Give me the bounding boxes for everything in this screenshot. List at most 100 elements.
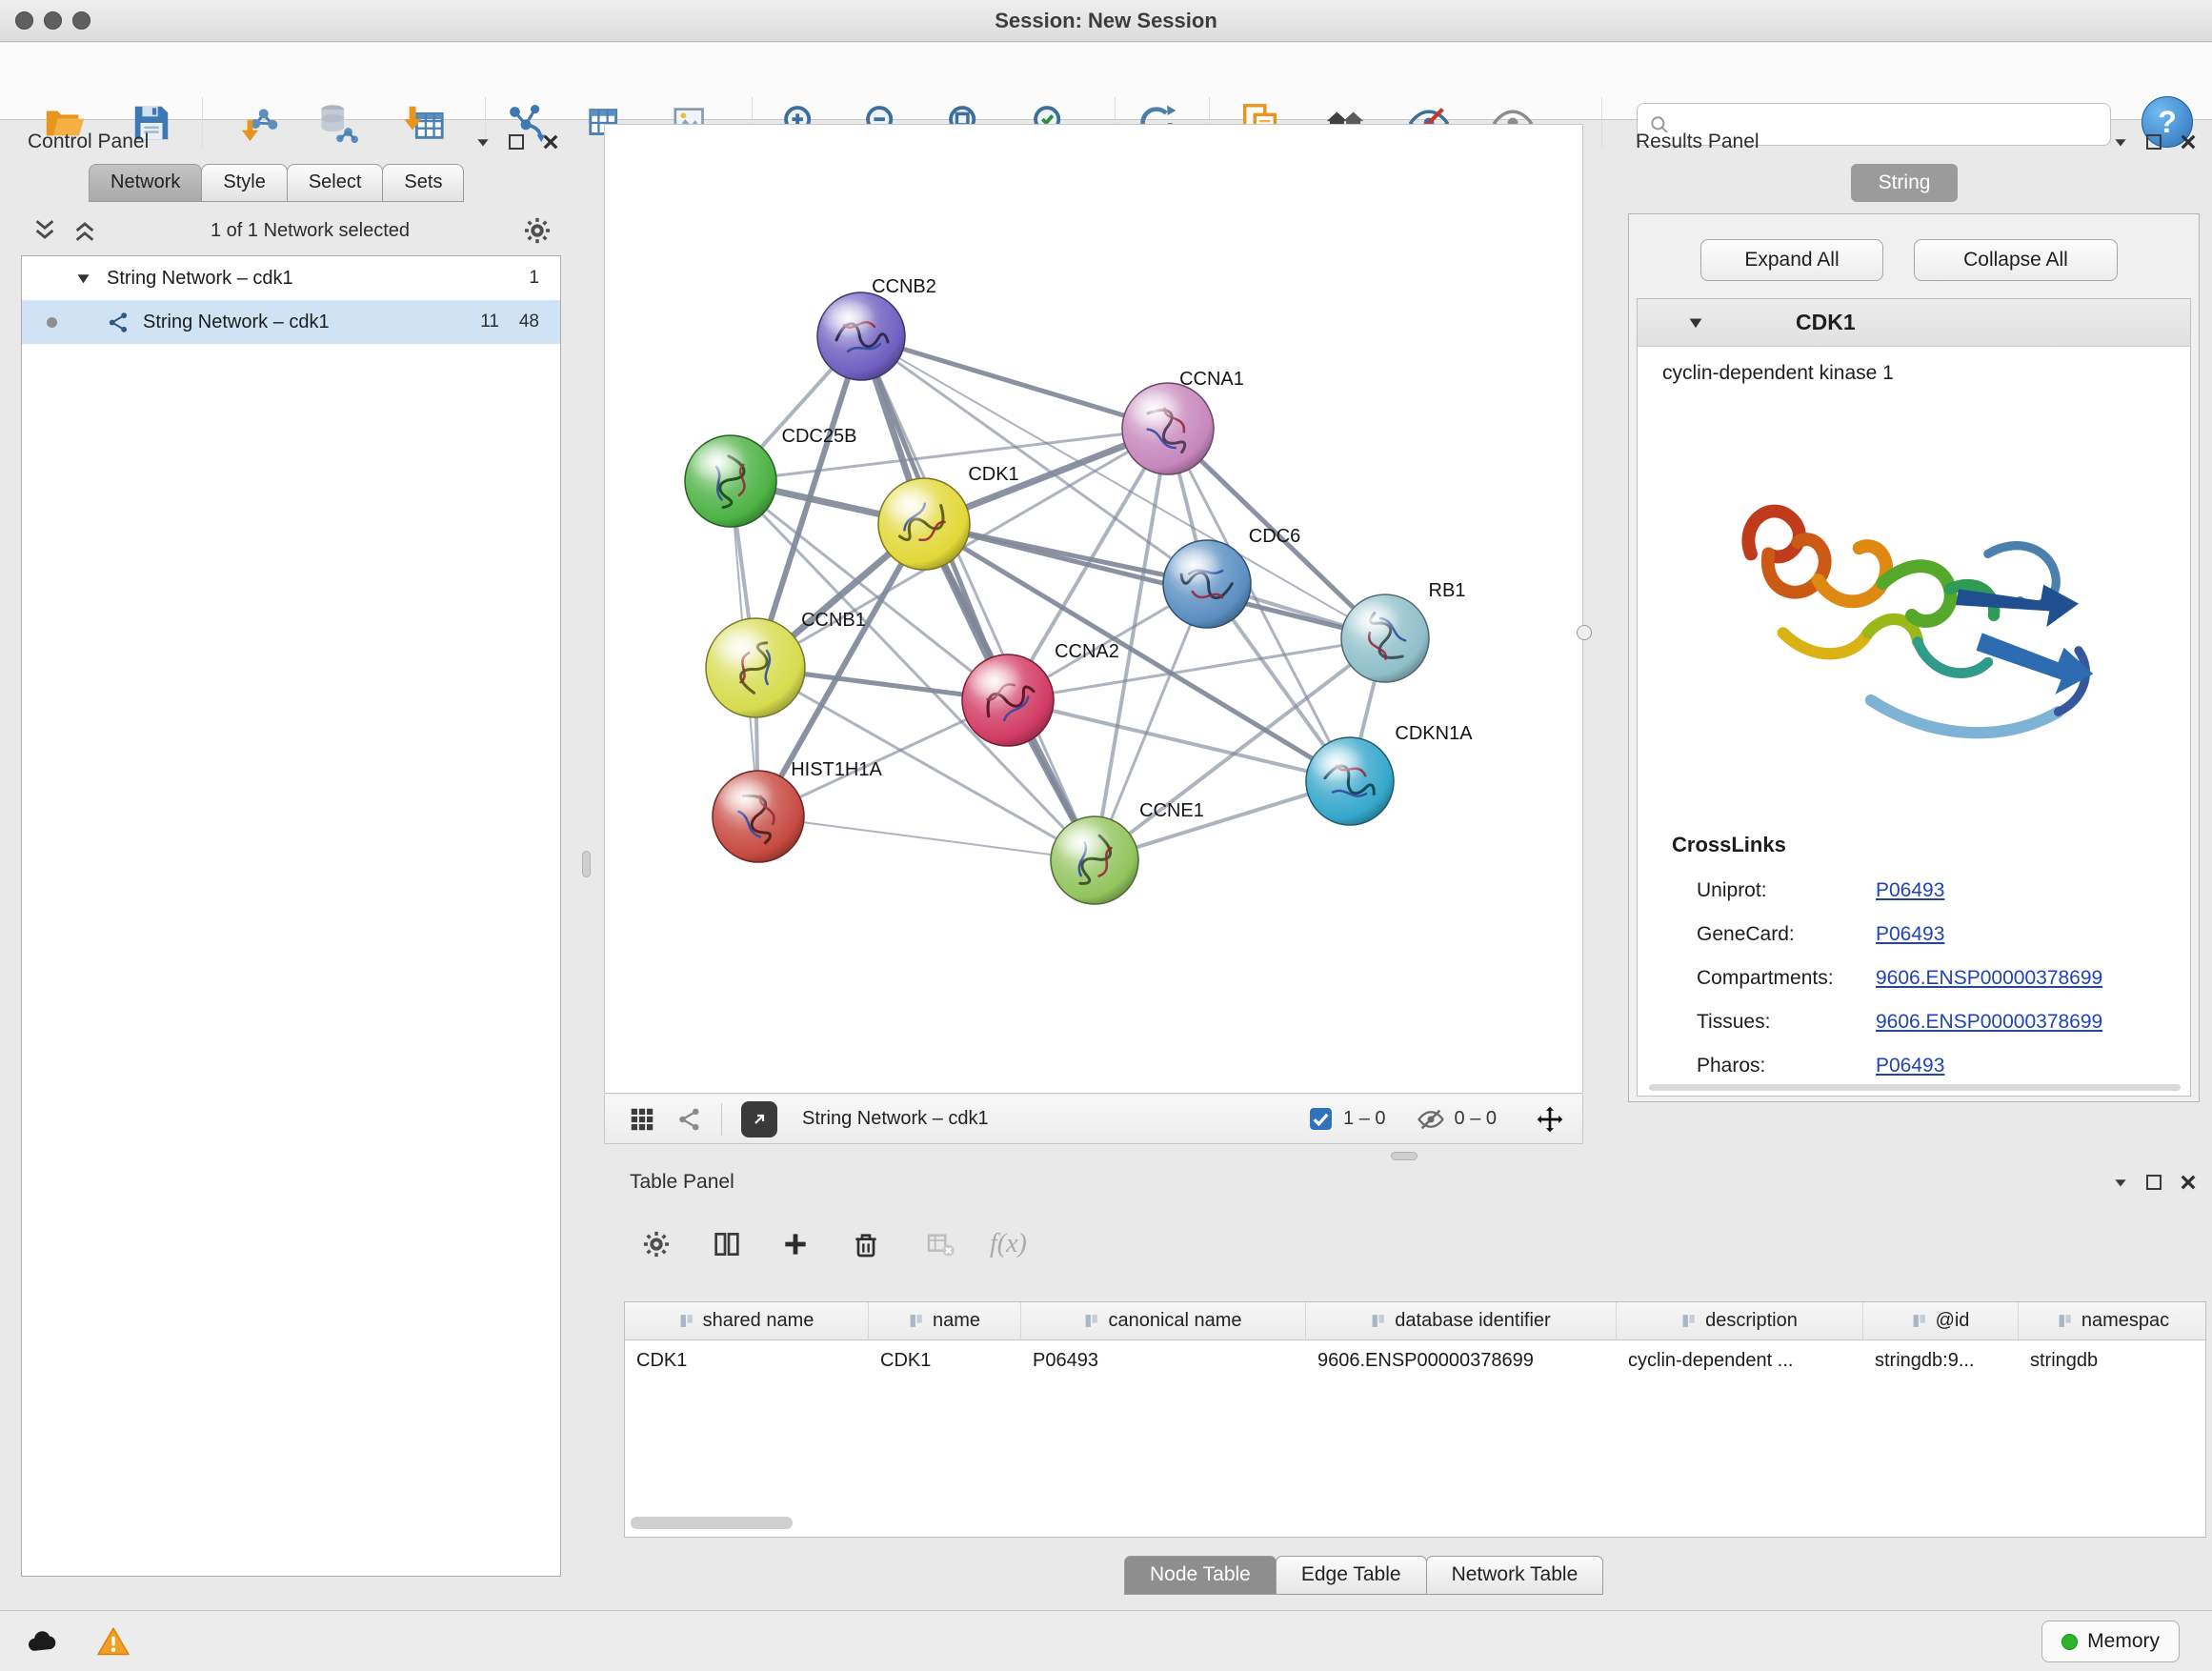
grid-view-icon[interactable]: [628, 1105, 656, 1134]
network-edge[interactable]: [861, 336, 1095, 860]
tab-network-table[interactable]: Network Table: [1426, 1556, 1604, 1595]
panel-menu-chevron-icon[interactable]: [2112, 133, 2129, 151]
network-collection-row[interactable]: String Network – cdk1 1: [22, 256, 560, 300]
column-header-namespac[interactable]: namespac: [2019, 1302, 2206, 1339]
tab-node-table[interactable]: Node Table: [1124, 1556, 1277, 1595]
node-label-CDK1: CDK1: [968, 464, 1018, 485]
table-cell[interactable]: CDK1: [625, 1350, 869, 1372]
column-type-icon: [1912, 1313, 1928, 1329]
node-label-CCNA1: CCNA1: [1179, 369, 1244, 390]
crosslink-uniprot-link[interactable]: P06493: [1876, 879, 1944, 902]
table-cell[interactable]: 9606.ENSP00000378699: [1306, 1350, 1617, 1372]
tab-sets[interactable]: Sets: [382, 164, 464, 202]
panel-close-button[interactable]: [2179, 1173, 2198, 1192]
network-edge[interactable]: [861, 336, 1168, 429]
node-label-HIST1H1A: HIST1H1A: [791, 759, 882, 780]
hidden-eye-icon[interactable]: [1417, 1105, 1445, 1134]
detach-view-button[interactable]: [741, 1101, 777, 1137]
network-node-CCNA1[interactable]: [1122, 383, 1214, 474]
network-node-CCNB2[interactable]: [817, 292, 905, 380]
panel-menu-chevron-icon[interactable]: [474, 133, 492, 151]
network-row[interactable]: String Network – cdk1 11 48: [22, 300, 560, 344]
table-horizontal-scrollbar[interactable]: [631, 1517, 793, 1529]
table-row[interactable]: CDK1CDK1P064939606.ENSP00000378699cyclin…: [625, 1340, 2205, 1380]
column-header--id[interactable]: @id: [1863, 1302, 2019, 1339]
table-cell[interactable]: CDK1: [869, 1350, 1021, 1372]
network-edge[interactable]: [924, 524, 1385, 638]
open-in-window-icon: [748, 1108, 771, 1131]
gene-card-header[interactable]: CDK1: [1638, 299, 2190, 347]
column-type-icon: [679, 1313, 695, 1329]
panel-splitter-handle[interactable]: [582, 851, 591, 877]
table-cell[interactable]: stringdb: [2019, 1350, 2206, 1372]
network-node-HIST1H1A[interactable]: [713, 771, 804, 862]
crosslink-compartments-link[interactable]: 9606.ENSP00000378699: [1876, 967, 2102, 990]
node-count: 11: [480, 312, 499, 332]
column-type-icon: [1084, 1313, 1100, 1329]
collapse-all-networks-icon[interactable]: [31, 217, 58, 244]
network-view-canvas[interactable]: CCNB2CCNA1CDC25BCDK1CDC6RB1CCNB1CCNA2CDK…: [604, 124, 1583, 1094]
panel-close-button[interactable]: [541, 132, 560, 151]
crosslink-label: GeneCard:: [1697, 923, 1876, 946]
show-columns-button[interactable]: [702, 1219, 752, 1269]
tab-edge-table[interactable]: Edge Table: [1276, 1556, 1427, 1595]
expand-all-button[interactable]: Expand All: [1700, 239, 1883, 281]
network-node-CCNB1[interactable]: [706, 618, 805, 717]
gene-expander-icon[interactable]: [1687, 314, 1704, 332]
network-node-CDC6[interactable]: [1163, 540, 1251, 628]
network-edge[interactable]: [758, 816, 1095, 860]
panel-maximize-button[interactable]: [2146, 134, 2162, 150]
column-header-shared-name[interactable]: shared name: [625, 1302, 869, 1339]
expand-all-networks-icon[interactable]: [71, 217, 98, 244]
panel-close-button[interactable]: [2179, 132, 2198, 151]
memory-button[interactable]: Memory: [2041, 1621, 2180, 1662]
horizontal-splitter-handle[interactable]: [1391, 1152, 1418, 1160]
node-label-CCNB1: CCNB1: [801, 610, 866, 631]
node-label-CDC6: CDC6: [1249, 526, 1300, 547]
network-node-CCNE1[interactable]: [1051, 816, 1138, 904]
network-node-CDC25B[interactable]: [685, 435, 776, 527]
gene-detail-card: CDK1 cyclin-dependent kinase 1: [1637, 298, 2191, 1097]
network-node-CDK1[interactable]: [878, 478, 970, 570]
tree-expander-icon[interactable]: [75, 271, 91, 287]
crosslink-pharos-link[interactable]: P06493: [1876, 1055, 1944, 1077]
table-settings-button[interactable]: [632, 1219, 681, 1269]
table-cell[interactable]: cyclin-dependent ...: [1617, 1350, 1863, 1372]
crosslink-genecard-link[interactable]: P06493: [1876, 923, 1944, 946]
network-options-gear-icon[interactable]: [522, 215, 553, 246]
cloud-button[interactable]: [21, 1620, 65, 1663]
node-label-CCNB2: CCNB2: [872, 276, 936, 297]
network-status-dot: [47, 317, 57, 328]
column-header-description[interactable]: description: [1617, 1302, 1863, 1339]
crosslink-tissues-link[interactable]: 9606.ENSP00000378699: [1876, 1011, 2102, 1034]
delete-column-button[interactable]: [841, 1219, 891, 1269]
column-header-name[interactable]: name: [869, 1302, 1021, 1339]
tab-select[interactable]: Select: [287, 164, 384, 202]
tab-network[interactable]: Network: [89, 164, 202, 202]
tab-style[interactable]: Style: [201, 164, 287, 202]
panel-maximize-button[interactable]: [509, 134, 524, 150]
results-scrollbar[interactable]: [1649, 1084, 2181, 1091]
crosslink-row: Uniprot:P06493: [1638, 869, 2190, 913]
warnings-button[interactable]: [91, 1620, 135, 1663]
protein-structure-image: [1691, 413, 2139, 823]
pan-crosshair-icon[interactable]: [1535, 1104, 1565, 1135]
collapse-all-button[interactable]: Collapse All: [1914, 239, 2118, 281]
column-header-canonical-name[interactable]: canonical name: [1021, 1302, 1306, 1339]
delete-table-button[interactable]: [915, 1219, 965, 1269]
panel-maximize-button[interactable]: [2146, 1175, 2162, 1190]
table-header-row: shared namenamecanonical namedatabase id…: [625, 1302, 2205, 1340]
add-column-button[interactable]: [771, 1219, 820, 1269]
table-cell[interactable]: stringdb:9...: [1863, 1350, 2019, 1372]
tab-string[interactable]: String: [1851, 164, 1958, 202]
column-header-database-identifier[interactable]: database identifier: [1306, 1302, 1617, 1339]
function-builder-button[interactable]: f(x): [990, 1229, 1027, 1259]
graphics-details-icon[interactable]: [675, 1105, 704, 1134]
network-node-CCNA2[interactable]: [962, 654, 1054, 746]
canvas-resize-handle[interactable]: [1577, 625, 1592, 640]
panel-menu-chevron-icon[interactable]: [2112, 1174, 2129, 1191]
network-node-CDKN1A[interactable]: [1306, 737, 1394, 825]
network-node-RB1[interactable]: [1341, 594, 1429, 682]
selected-checkbox-icon[interactable]: [1308, 1106, 1334, 1132]
table-cell[interactable]: P06493: [1021, 1350, 1306, 1372]
